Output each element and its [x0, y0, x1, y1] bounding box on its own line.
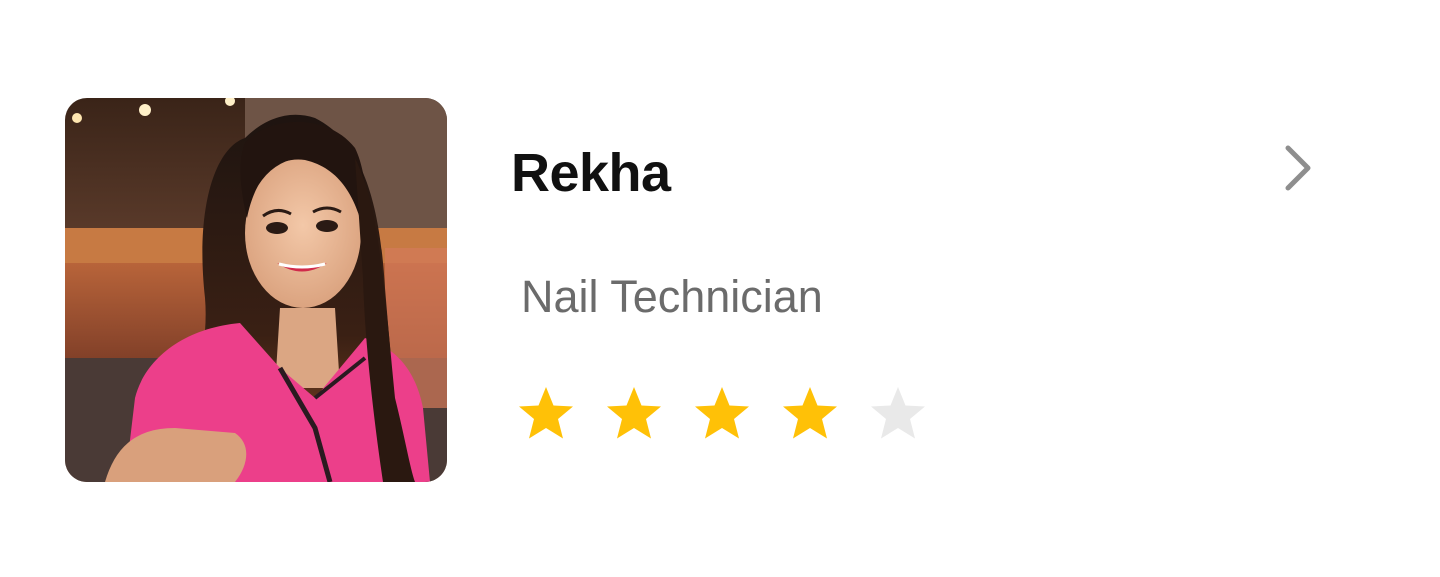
avatar — [65, 98, 447, 482]
star-filled-icon — [517, 384, 575, 444]
technician-card[interactable]: Rekha Nail Technician — [0, 0, 1440, 577]
star-empty-icon — [869, 384, 927, 444]
technician-role: Nail Technician — [521, 271, 823, 322]
star-filled-icon — [781, 384, 839, 444]
star-filled-icon — [605, 384, 663, 444]
technician-name: Rekha — [511, 143, 671, 203]
star-filled-icon — [693, 384, 751, 444]
star-rating — [517, 384, 927, 448]
avatar-photo — [65, 98, 447, 482]
chevron-right-icon[interactable] — [1278, 142, 1318, 194]
